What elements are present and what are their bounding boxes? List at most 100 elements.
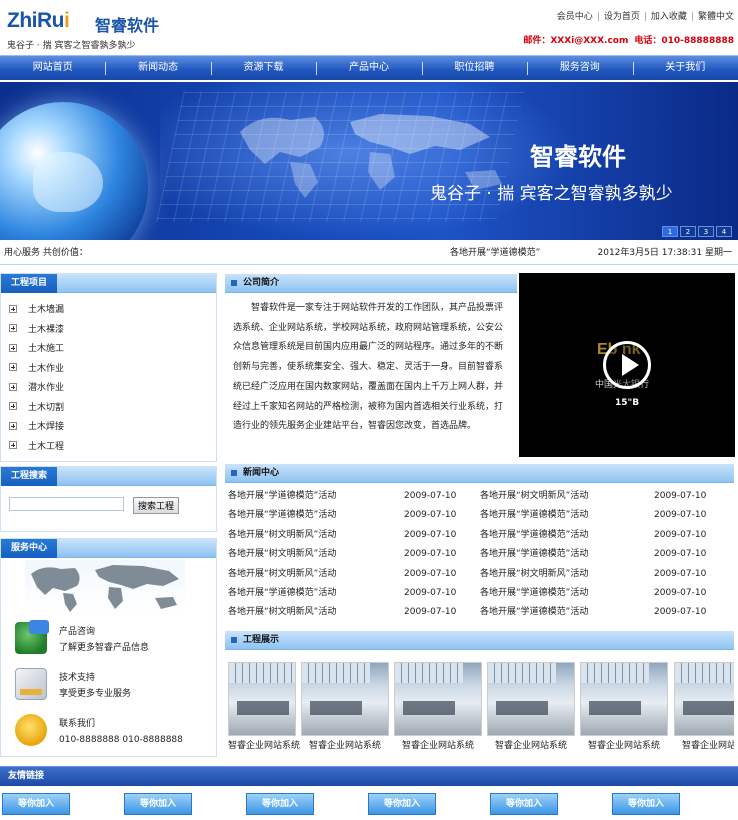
expand-plus-icon[interactable] bbox=[9, 421, 17, 430]
top-link-homepage[interactable]: 设为首页 bbox=[604, 12, 640, 22]
news-link[interactable]: 各地开展“树文明新风”活动 bbox=[480, 487, 588, 506]
video-duration: 15"B bbox=[615, 398, 640, 408]
project-item[interactable]: 土木裸漆 bbox=[9, 319, 216, 339]
showcase-image[interactable] bbox=[580, 662, 668, 736]
project-item[interactable]: 土木焊接 bbox=[9, 416, 216, 436]
showcase-title: 工程展示 bbox=[225, 631, 289, 650]
nav-products[interactable]: 产品中心 bbox=[316, 56, 421, 80]
news-link[interactable]: 各地开展“树文明新风”活动 bbox=[228, 565, 336, 584]
friend-link-button[interactable]: 等你加入 bbox=[368, 793, 436, 815]
news-link[interactable]: 各地开展“树文明新风”活动 bbox=[480, 565, 588, 584]
news-date: 2009-07-10 bbox=[654, 587, 707, 598]
project-search-button[interactable]: 搜索工程 bbox=[133, 497, 180, 514]
news-link[interactable]: 各地开展“学道德模范”活动 bbox=[480, 545, 588, 564]
news-link[interactable]: 各地开展“学道德模范”活动 bbox=[480, 526, 588, 545]
service-item-contact[interactable]: 联系我们 010-8888888 010-8888888 bbox=[15, 714, 183, 748]
nav-downloads[interactable]: 资源下载 bbox=[210, 56, 316, 80]
service-item-desc: 享受更多专业服务 bbox=[59, 689, 132, 699]
top-link-favorite[interactable]: 加入收藏 bbox=[651, 12, 687, 22]
logo-en: ZhiRui bbox=[7, 9, 70, 33]
showcase-caption[interactable]: 智睿企业网站系统 bbox=[580, 736, 668, 756]
company-panel: 公司简介 智睿软件是一家专注于网站软件开发的工作团队，其产品投票评选系统、企业网… bbox=[224, 273, 518, 457]
expand-plus-icon[interactable] bbox=[9, 363, 17, 372]
showcase-item[interactable]: 智睿企业网站系统 bbox=[301, 662, 389, 756]
expand-plus-icon[interactable] bbox=[9, 324, 17, 333]
news-row: 各地开展“树文明新风”活动 2009-07-10 各地开展“学道德模范”活动 2009… bbox=[228, 526, 738, 545]
project-item[interactable]: 土木工程 bbox=[9, 436, 216, 456]
banner-slogan: 鬼谷子 · 揣 宾客之智睿孰多孰少 bbox=[430, 184, 673, 204]
showcase-item[interactable]: 智睿企业网站系统 bbox=[580, 662, 668, 756]
friend-link-button[interactable]: 等你加入 bbox=[2, 793, 70, 815]
news-link[interactable]: 各地开展“树文明新风”活动 bbox=[228, 603, 336, 622]
project-search-input[interactable] bbox=[9, 497, 124, 511]
showcase-item[interactable]: 智睿企业网站系统 bbox=[228, 662, 300, 756]
news-link[interactable]: 各地开展“学道德模范”活动 bbox=[480, 506, 588, 525]
expand-plus-icon[interactable] bbox=[9, 343, 17, 352]
showcase-caption[interactable]: 智睿企业网站系统 bbox=[487, 736, 575, 756]
project-search-title: 工程搜索 bbox=[1, 467, 58, 486]
showcase-item[interactable]: 智睿企业网站系统 bbox=[674, 662, 734, 756]
ticker-label: 用心服务 共创价值： bbox=[4, 248, 88, 258]
news-link[interactable]: 各地开展“树文明新风”活动 bbox=[228, 545, 336, 564]
project-item-label: 土木墙漏 bbox=[28, 305, 65, 316]
expand-plus-icon[interactable] bbox=[9, 304, 17, 313]
video-player[interactable]: Eb nk 中国光大银行 15"B bbox=[519, 273, 735, 457]
service-item-consult[interactable]: 产品咨询了解更多智睿产品信息 bbox=[15, 620, 150, 656]
news-link[interactable]: 各地开展“学道德模范”活动 bbox=[480, 584, 588, 603]
showcase-caption[interactable]: 智睿企业网站系统 bbox=[301, 736, 389, 756]
play-icon[interactable] bbox=[603, 341, 651, 389]
showcase-item[interactable]: 智睿企业网站系统 bbox=[487, 662, 575, 756]
news-date: 2009-07-10 bbox=[404, 549, 457, 560]
showcase-image[interactable] bbox=[487, 662, 575, 736]
top-link-member[interactable]: 会员中心 bbox=[557, 12, 593, 22]
showcase-image[interactable] bbox=[301, 662, 389, 736]
hero-banner: 智睿软件 鬼谷子 · 揣 宾客之智睿孰多孰少 1 2 3 4 bbox=[0, 82, 738, 240]
nav-about[interactable]: 关于我们 bbox=[632, 56, 738, 80]
banner-page-2[interactable]: 2 bbox=[680, 226, 696, 237]
project-item[interactable]: 土木作业 bbox=[9, 358, 216, 378]
friend-link-button[interactable]: 等你加入 bbox=[490, 793, 558, 815]
friend-link-button[interactable]: 等你加入 bbox=[246, 793, 314, 815]
showcase-image[interactable] bbox=[394, 662, 482, 736]
company-intro: 智睿软件是一家专注于网站软件开发的工作团队，其产品投票评选系统、企业网站系统，学… bbox=[233, 303, 504, 432]
nav-news[interactable]: 新闻动态 bbox=[105, 56, 210, 80]
news-header: 新闻中心 bbox=[225, 464, 734, 483]
expand-plus-icon[interactable] bbox=[9, 441, 17, 450]
showcase-image[interactable] bbox=[228, 662, 296, 736]
friend-links-title: 友情链接 bbox=[8, 771, 45, 781]
news-link[interactable]: 各地开展“学道德模范”活动 bbox=[228, 506, 336, 525]
nav-jobs[interactable]: 职位招聘 bbox=[421, 56, 527, 80]
showcase-item[interactable]: 智睿企业网站系统 bbox=[394, 662, 482, 756]
news-link[interactable]: 各地开展“学道德模范”活动 bbox=[228, 584, 336, 603]
expand-plus-icon[interactable] bbox=[9, 382, 17, 391]
site-logo[interactable]: ZhiRui 智睿软件 鬼谷子 · 揣 宾客之智睿孰多孰少 bbox=[7, 9, 177, 51]
expand-plus-icon[interactable] bbox=[9, 402, 17, 411]
project-item[interactable]: 土木切割 bbox=[9, 397, 216, 417]
nav-home[interactable]: 网站首页 bbox=[0, 56, 105, 80]
news-link[interactable]: 各地开展“学道德模范”活动 bbox=[228, 487, 336, 506]
news-link[interactable]: 各地开展“树文明新风”活动 bbox=[228, 526, 336, 545]
news-date: 2009-07-10 bbox=[404, 568, 457, 579]
ticker-news[interactable]: 各地开展“学道德模范” bbox=[450, 241, 540, 265]
banner-page-3[interactable]: 3 bbox=[698, 226, 714, 237]
showcase-caption[interactable]: 智睿企业网站系统 bbox=[394, 736, 482, 756]
showcase-caption[interactable]: 智睿企业网站系统 bbox=[674, 736, 734, 756]
banner-page-4[interactable]: 4 bbox=[716, 226, 732, 237]
service-item-support[interactable]: 技术支持 享受更多专业服务 bbox=[15, 668, 131, 702]
project-item-label: 潜水作业 bbox=[28, 383, 65, 394]
showcase-caption[interactable]: 智睿企业网站系统 bbox=[228, 736, 300, 756]
showcase-image[interactable] bbox=[674, 662, 734, 736]
nav-service[interactable]: 服务咨询 bbox=[527, 56, 632, 80]
top-link-traditional[interactable]: 繁體中文 bbox=[698, 12, 734, 22]
banner-page-1[interactable]: 1 bbox=[662, 226, 678, 237]
project-item[interactable]: 土木墙漏 bbox=[9, 299, 216, 319]
news-row: 各地开展“树文明新风”活动 2009-07-10 各地开展“学道德模范”活动 2009… bbox=[228, 545, 738, 564]
service-item-title: 产品咨询 bbox=[59, 627, 96, 637]
news-list: 各地开展“学道德模范”活动 2009-07-10 各地开展“树文明新风”活动 2009… bbox=[228, 487, 738, 623]
service-item-desc: 了解更多智睿产品信息 bbox=[59, 643, 150, 653]
friend-link-button[interactable]: 等你加入 bbox=[612, 793, 680, 815]
project-item[interactable]: 潜水作业 bbox=[9, 377, 216, 397]
news-link[interactable]: 各地开展“学道德模范”活动 bbox=[480, 603, 588, 622]
friend-link-button[interactable]: 等你加入 bbox=[124, 793, 192, 815]
project-item[interactable]: 土木施工 bbox=[9, 338, 216, 358]
